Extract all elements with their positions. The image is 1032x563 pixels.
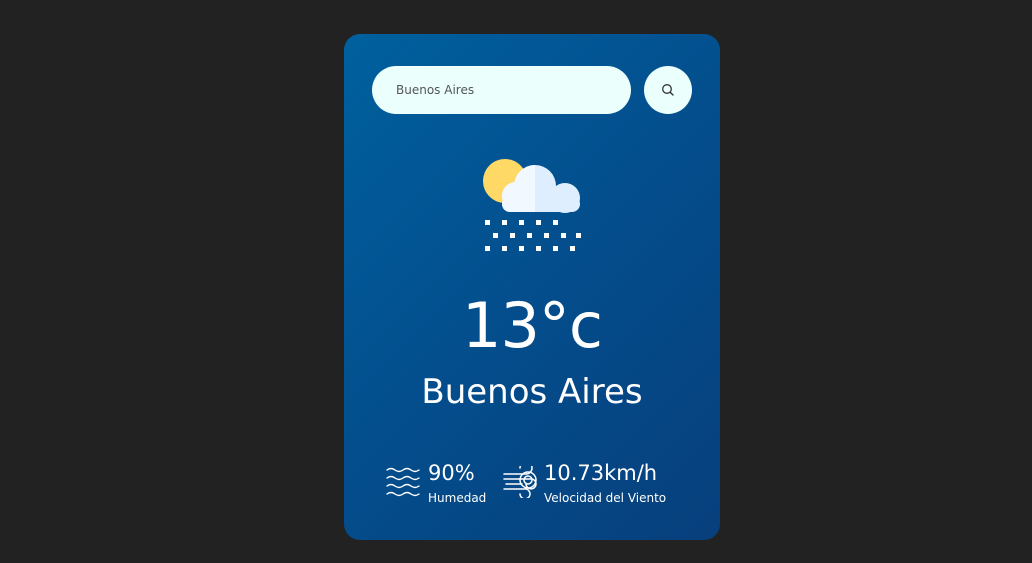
sun-cloud-snow-icon xyxy=(483,159,581,251)
humidity-label: Humedad xyxy=(428,491,487,505)
weather-card: 13°c Buenos Aires 90% Humedad 10.73km xyxy=(344,34,720,540)
temperature: 13°c xyxy=(462,289,603,362)
waves-icon xyxy=(386,467,420,497)
wind-value: 10.73km/h xyxy=(544,461,658,485)
search-bar xyxy=(372,66,692,114)
wind-icon xyxy=(503,466,537,498)
search-icon xyxy=(662,84,674,96)
city-name: Buenos Aires xyxy=(421,372,643,412)
wind-label: Velocidad del Viento xyxy=(544,491,667,505)
humidity-value: 90% xyxy=(428,461,475,485)
search-input[interactable] xyxy=(372,66,631,114)
search-button[interactable] xyxy=(644,66,692,114)
